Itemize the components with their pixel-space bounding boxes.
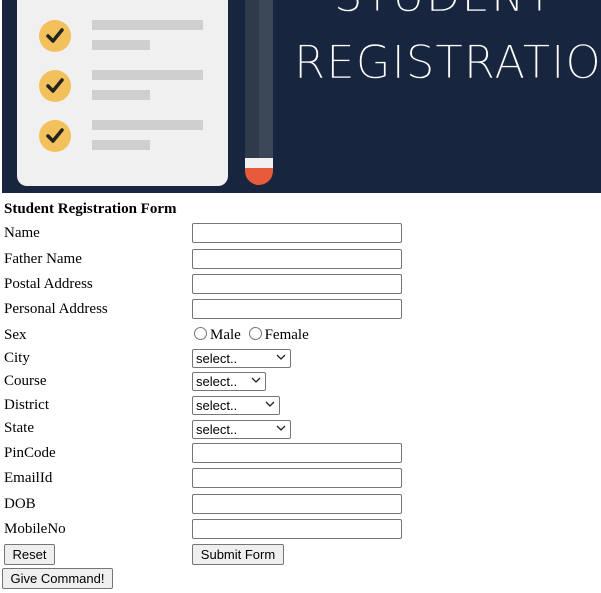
father-name-label: Father Name [4,251,82,267]
course-label: Course [4,373,47,389]
checklist-line [92,20,203,30]
chevron-down-icon [265,401,275,407]
banner-title-line1: STUDENT [294,0,594,29]
form-heading: Student Registration Form [4,201,177,217]
sex-label: Sex [4,327,27,343]
district-label: District [4,397,49,413]
state-select[interactable]: select.. [192,420,291,439]
pencil-icon [245,0,273,186]
email-label: EmailId [4,470,53,486]
city-select-value: select.. [196,351,238,366]
dob-input[interactable] [192,494,402,514]
course-select-value: select.. [196,374,238,389]
postal-address-input[interactable] [192,274,402,294]
banner-title: STUDENT REGISTRATION [294,0,601,96]
name-input[interactable] [192,223,402,243]
checklist-paper [17,0,228,186]
chevron-down-icon [276,354,286,360]
mobile-input[interactable] [192,519,402,539]
pincode-input[interactable] [192,443,402,463]
check-icon [39,20,71,52]
checklist-line [92,90,150,100]
reset-button[interactable]: Reset [4,544,55,565]
checklist-line [92,70,203,80]
check-icon [39,70,71,102]
submit-button[interactable]: Submit Form [192,544,284,565]
chevron-down-icon [276,425,286,431]
give-command-button[interactable]: Give Command! [2,568,113,589]
dob-label: DOB [4,496,36,512]
female-radio[interactable] [248,327,262,340]
banner-title-line2: REGISTRATION [294,36,601,89]
checklist-line [92,140,150,150]
male-radio-label[interactable]: Male [210,327,241,343]
state-select-value: select.. [196,422,238,437]
male-radio[interactable] [194,327,207,340]
checklist-line [92,40,150,50]
personal-address-input[interactable] [192,299,402,319]
checklist-line [92,120,203,130]
postal-address-label: Postal Address [4,276,93,292]
name-label: Name [4,225,40,241]
personal-address-label: Personal Address [4,301,108,317]
mobile-label: MobileNo [4,521,66,537]
district-select-value: select.. [196,398,238,413]
course-select[interactable]: select.. [192,372,266,391]
city-select[interactable]: select.. [192,349,291,368]
state-label: State [4,420,34,436]
female-radio-label[interactable]: Female [265,327,309,343]
city-label: City [4,350,30,366]
header-banner: STUDENT REGISTRATION [2,0,601,193]
email-input[interactable] [192,468,402,488]
pincode-label: PinCode [4,445,56,461]
district-select[interactable]: select.. [192,396,280,415]
check-icon [39,120,71,152]
chevron-down-icon [251,377,261,383]
father-name-input[interactable] [192,249,402,269]
sex-radio-group: Male Female [194,327,313,344]
